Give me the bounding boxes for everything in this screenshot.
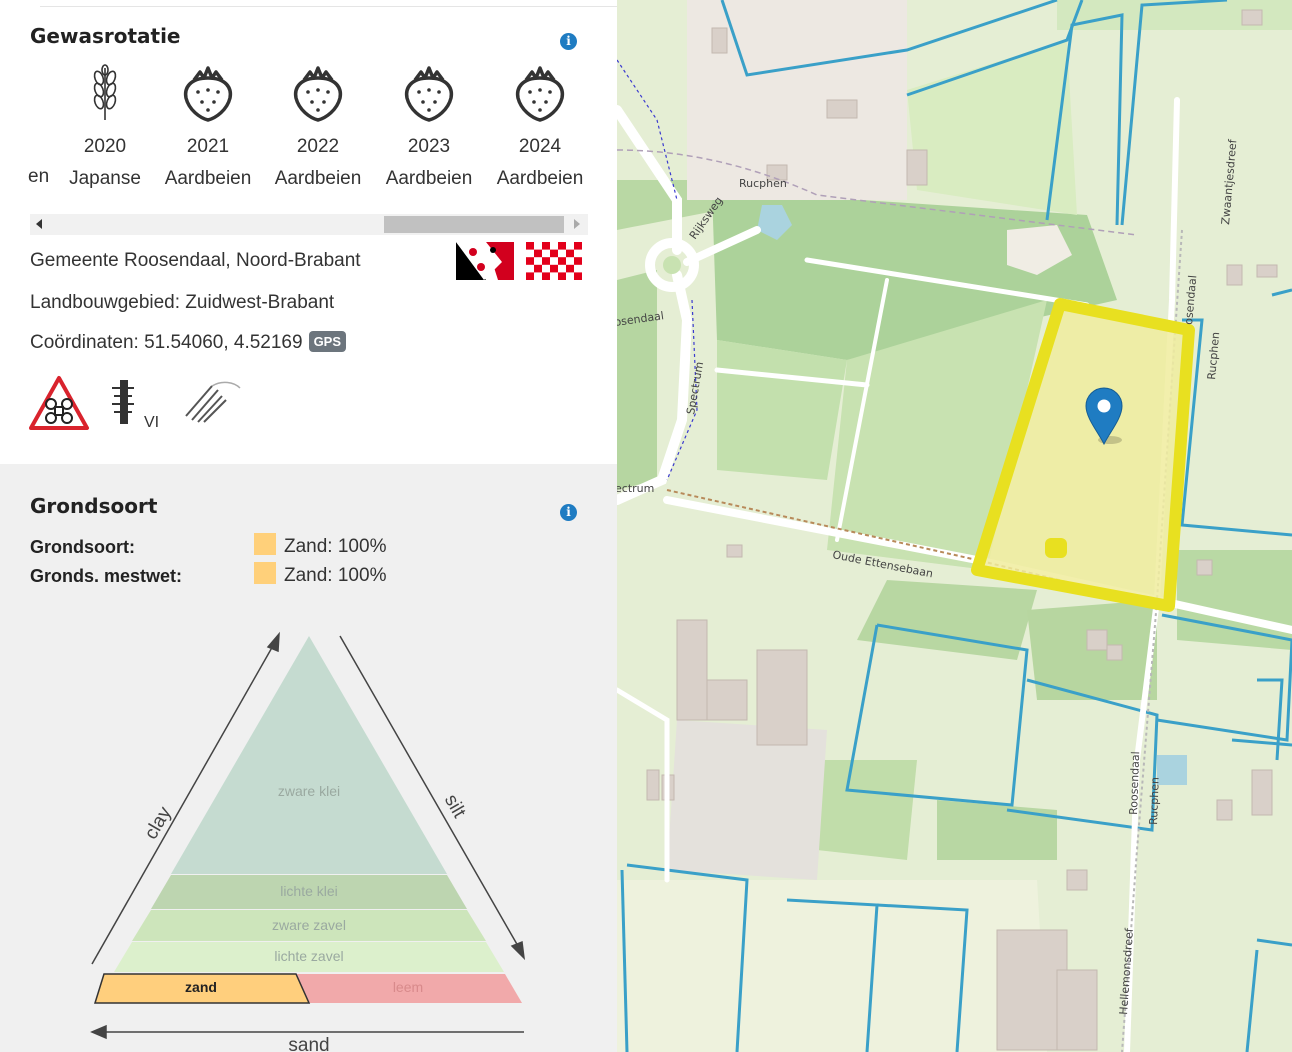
province-flag (526, 242, 582, 280)
coordinates-text: Coördinaten: 51.54060, 4.52169 (30, 332, 303, 353)
flag-check (550, 249, 558, 258)
crop-partial-label: en (28, 166, 50, 187)
crop-name: Aardbeien (164, 168, 252, 189)
strawberry-icon (293, 66, 343, 122)
crop-year: 2023 (407, 136, 451, 157)
crop-year-2020: 2020 Japanse (55, 64, 155, 190)
scroll-left-arrow[interactable] (36, 219, 42, 229)
clay-axis-arrowhead (266, 631, 280, 653)
soil-triangle: zware klei lichte klei zware zavel licht… (90, 631, 526, 1052)
crop-scrollbar[interactable] (30, 214, 588, 235)
strawberry-icon (515, 66, 565, 122)
sand-axis-label: sand (288, 1035, 329, 1052)
groundwater-class: VI (144, 414, 160, 431)
street-label: Roosendaal (1127, 751, 1142, 815)
coordinates-line: Coördinaten: 51.54060, 4.52169 GPS (30, 331, 347, 354)
agricultural-area-text: Landbouwgebied: Zuidwest-Brabant (30, 292, 335, 313)
forest-area (717, 340, 847, 480)
zone-label-leem: leem (393, 979, 423, 995)
crop-year: 2024 (518, 136, 562, 157)
flag-check (566, 249, 574, 258)
drainage-icon (185, 381, 241, 423)
info-panel: Gewasrotatie i en 2020 Japanse 2021 Aard… (0, 0, 617, 1052)
flag-check (526, 257, 534, 265)
crop-year: 2021 (186, 136, 230, 157)
flag-check (542, 242, 550, 250)
crop-year-2022: 2022 Aardbeien (268, 64, 368, 190)
crop-name: Aardbeien (274, 168, 362, 189)
map-view[interactable]: Rucphen Rijksweg osendaal Spectrum ectru… (617, 0, 1292, 1052)
zone-label-lichte-zavel: lichte zavel (274, 948, 343, 964)
silt-axis-arrowhead (510, 940, 526, 961)
street-label: ectrum (617, 482, 654, 495)
groundwater-depth-icon (112, 380, 134, 424)
strawberry-icon (183, 66, 233, 122)
crop-rotation-title: Gewasrotatie (30, 24, 181, 48)
flag-check (558, 257, 566, 265)
flag-check (534, 264, 542, 273)
crop-rotation-info-icon[interactable]: i (560, 33, 577, 50)
forest-area (937, 800, 1057, 860)
flag-check (534, 249, 542, 258)
street-label: Rucphen (1147, 777, 1162, 825)
flag-check (558, 272, 566, 280)
zone-label-lichte-klei: lichte klei (280, 883, 338, 899)
street-label: Rucphen (739, 177, 787, 190)
flag-check (574, 257, 582, 265)
scroll-right-arrow[interactable] (574, 219, 580, 229)
municipality-coat-of-arms (456, 242, 514, 280)
crop-name: Aardbeien (496, 168, 584, 189)
flag-check (558, 242, 566, 250)
farmland (617, 880, 1047, 1052)
forest-area (617, 270, 657, 490)
flag-check (542, 272, 550, 280)
crop-year: 2022 (296, 136, 340, 157)
map-canvas[interactable]: Rucphen Rijksweg osendaal Spectrum ectru… (617, 0, 1292, 1052)
flag-check (542, 257, 550, 265)
scroll-thumb[interactable] (384, 216, 564, 233)
municipality-text: Gemeente Roosendaal, Noord-Brabant (30, 250, 361, 271)
forest-area (1177, 550, 1292, 650)
zone-label-zand: zand (185, 979, 217, 995)
gps-badge[interactable]: GPS (308, 331, 347, 352)
soil-section: Grondsoort i Grondsoort: Zand: 100% Gron… (0, 464, 617, 1052)
strawberry-icon (404, 66, 454, 122)
crop-year-2024: 2024 Aardbeien (490, 64, 590, 190)
crop-name: Aardbeien (385, 168, 473, 189)
crop-year-2021: 2021 Aardbeien (158, 64, 258, 190)
divider (40, 6, 617, 7)
flag-check (526, 272, 534, 280)
flag-check (550, 264, 558, 273)
crop-name: Japanse (69, 168, 141, 189)
flag-check (574, 272, 582, 280)
wheat-icon (93, 64, 117, 120)
zone-label-zware-klei: zware klei (278, 783, 340, 799)
drone-warning-icon (29, 376, 89, 430)
zone-label-zware-zavel: zware zavel (272, 917, 346, 933)
flag-check (526, 242, 534, 250)
flag-check (566, 264, 574, 273)
clay-axis-label: clay (141, 803, 176, 843)
crop-year-2023: 2023 Aardbeien (379, 64, 479, 190)
sand-axis-arrowhead (90, 1024, 107, 1040)
flag-check (574, 242, 582, 250)
zone-zware-klei (171, 636, 447, 874)
parcel-dot (1045, 538, 1067, 558)
crop-year: 2020 (83, 136, 127, 157)
